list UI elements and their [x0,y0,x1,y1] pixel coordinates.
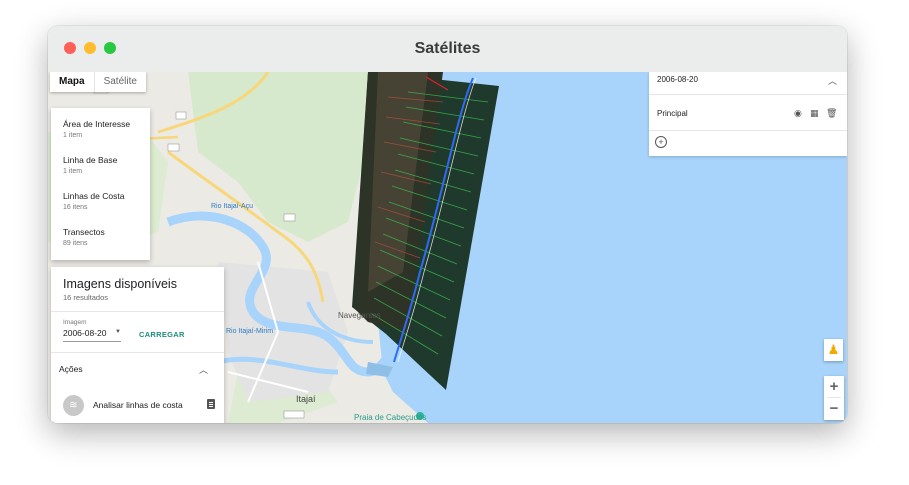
clipboard-icon[interactable] [207,399,215,409]
zoom-control: + − [824,376,844,420]
divider [649,94,847,95]
zoom-in-button[interactable]: + [824,376,844,397]
opacity-icon[interactable]: ▦ [810,108,819,119]
waves-icon: ≋ [63,395,84,416]
map-type-satellite-button[interactable]: Satélite [93,72,146,92]
chevron-up-icon[interactable]: ︿ [828,74,837,87]
title-bar: Satélites [48,26,847,73]
map-type-map-button[interactable]: Mapa [50,72,94,92]
divider [649,130,847,131]
layer-item-area[interactable]: Área de Interesse 1 item [63,119,130,139]
chevron-up-icon[interactable]: ︿ [199,363,208,376]
zoom-out-button[interactable]: − [824,398,844,419]
layer-name: Área de Interesse [63,119,131,129]
trash-icon[interactable]: 🗑 [826,108,837,119]
layer-name: Linhas de Costa [63,191,125,201]
image-select[interactable]: 2006-08-20 ▼ [63,328,121,342]
load-button[interactable]: CARREGAR [139,330,185,339]
map-view[interactable]: Navegantes Itajaí Praia de Cabeçudos Rio… [48,72,847,423]
app-window: Satélites Navegantes Itajaí Praia de Cab… [48,26,847,423]
image-select-value: 2006-08-20 [63,328,107,338]
images-panel: Imagens disponíveis 16 resultados Imagem… [51,267,224,423]
eye-icon[interactable]: ◉ [794,108,802,119]
layer-name: Linha de Base [63,155,118,165]
layer-item-baseline[interactable]: Linha de Base 1 item [63,155,117,175]
analyze-shorelines-item[interactable]: Analisar linhas de costa [93,400,183,410]
map-label-river-mirim: Rio Itajaí-Mirim [226,328,274,335]
layer-name: Transectos [63,227,105,237]
layer-count: 1 item [63,168,83,175]
layer-item-transects[interactable]: Transectos 89 itens [63,227,105,247]
images-panel-subtitle: 16 resultados [63,293,109,302]
map-type-control: Mapa Satélite [50,72,146,92]
image-field-label: Imagem [63,319,87,326]
layer-panel-date[interactable]: 2006-08-20 [657,75,698,84]
layer-item-shorelines[interactable]: Linhas de Costa 16 itens [63,191,124,211]
divider [51,311,224,312]
add-layer-icon[interactable]: + [655,136,667,148]
layer-count: 16 itens [63,204,88,211]
layer-panel-layer-name: Principal [657,109,688,118]
map-label-navegantes: Navegantes [338,311,381,320]
layer-count: 1 item [63,132,83,139]
images-panel-title: Imagens disponíveis [63,277,177,291]
layer-count: 89 itens [63,240,88,247]
window-title: Satélites [414,40,481,57]
map-label-city: Itajaí [296,394,316,404]
layers-menu: Área de Interesse 1 item Linha de Base 1… [51,108,150,260]
actions-header[interactable]: Ações [59,364,83,374]
map-label-river: Rio Itajaí-Açu [211,203,254,210]
street-view-pegman-icon[interactable]: ♟ [824,339,843,361]
map-label-beach: Praia de Cabeçudos [354,413,427,422]
chevron-down-icon: ▼ [115,329,121,335]
layer-panel: 2006-08-20 ︿ Principal ◉ ▦ 🗑 + [649,72,847,156]
divider [51,352,224,353]
